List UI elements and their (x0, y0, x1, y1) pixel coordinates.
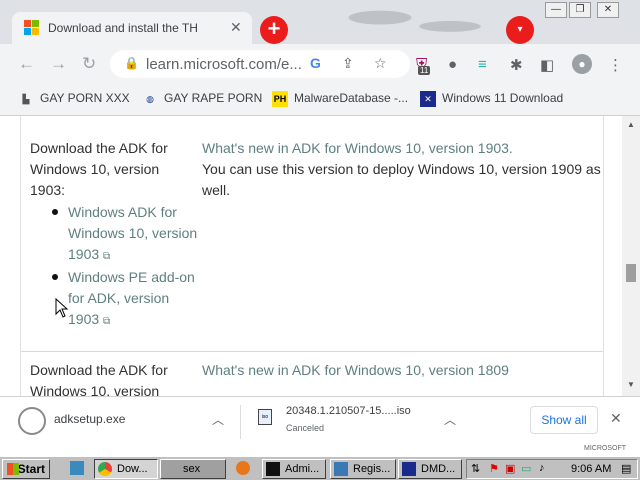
whats-new-link[interactable]: What's new in ADK for Windows 10, versio… (202, 138, 602, 159)
share-icon[interactable]: ⇪ (342, 55, 354, 72)
globe-icon: ◍ (146, 94, 154, 104)
close-download-bar-icon[interactable]: ✕ (610, 410, 622, 427)
vertical-scrollbar[interactable]: ▲ ▼ (622, 116, 640, 396)
download-item-name[interactable]: adksetup.exe (54, 412, 125, 426)
bookmark-item[interactable]: ▙ GAY PORN XXX (18, 91, 130, 107)
mouse-cursor-icon (55, 298, 69, 318)
bookmark-label: Windows 11 Download (442, 91, 564, 106)
show-all-button[interactable]: Show all (530, 406, 598, 434)
download-status: Canceled (286, 423, 325, 433)
tab-strip: Download and install the THIS IS C ✕ + ▾… (0, 0, 640, 44)
tray-arrow-icon[interactable]: ⇅ (471, 462, 480, 475)
external-link-icon: ⧉ (103, 251, 111, 262)
extension-spy-icon[interactable]: ● (448, 56, 457, 73)
tab-close-icon[interactable]: ✕ (230, 19, 242, 36)
taskbar-button-sex[interactable]: sex (160, 459, 226, 479)
taskbar-button-regedit[interactable]: Regis... (330, 459, 396, 479)
scroll-up-icon[interactable]: ▲ (627, 120, 635, 129)
flag-icon[interactable]: ⚑ (489, 462, 499, 475)
taskbar: Start Dow... sex Admi... Regis... DMD...… (0, 456, 640, 480)
lock-icon: 🔒 (124, 56, 139, 70)
table-row: Download the ADK for Windows 10, version… (21, 352, 603, 396)
download-progress-icon[interactable] (18, 407, 46, 435)
iso-file-badge: iso (261, 414, 269, 420)
row-right-cell: What's new in ADK for Windows 10, versio… (202, 138, 602, 201)
volume-icon[interactable]: ♪ (539, 462, 545, 474)
divider (240, 405, 241, 439)
download-item-name[interactable]: 20348.1.210507-15.....iso (286, 405, 411, 417)
winpe-link[interactable]: Windows PE add-on for ADK, version 1903 (68, 269, 195, 327)
external-link-icon: ⧉ (103, 316, 111, 327)
tab-active[interactable]: Download and install the THIS IS C ✕ (12, 12, 252, 44)
whats-new-link[interactable]: What's new in ADK for Windows 10, versio… (202, 360, 602, 381)
dmd-icon (402, 462, 416, 476)
bookmark-item[interactable]: ✕ Windows 11 Download (420, 91, 563, 107)
browser-window: Download and install the THIS IS C ✕ + ▾… (0, 0, 640, 456)
menu-dots-icon[interactable]: ⋮ (608, 56, 623, 74)
google-icon[interactable]: G (310, 55, 321, 71)
quicklaunch-icon[interactable] (70, 461, 84, 475)
url-text: learn.microsoft.com/e... (146, 56, 302, 73)
list-item[interactable]: Windows ADK for Windows 10, version 1903… (52, 202, 198, 267)
list-item[interactable]: Windows PE add-on for ADK, version 1903 … (52, 267, 198, 332)
background-map (300, 0, 500, 44)
bookmark-label: GAY PORN XXX (40, 91, 130, 106)
bookmark-label: MalwareDatabase -... (294, 91, 409, 106)
row-right-text: You can use this version to deploy Windo… (202, 161, 601, 198)
extension-menu-icon[interactable]: ≡ (478, 56, 487, 73)
sidebar-icon[interactable]: ◧ (540, 56, 554, 74)
page-content: Download the ADK for Windows 10, version… (0, 116, 622, 396)
chevron-up-icon[interactable]: ︿ (444, 411, 456, 428)
adk-link[interactable]: Windows ADK for Windows 10, version 1903 (68, 204, 197, 262)
tab-search-button[interactable]: ▾ (506, 16, 534, 44)
bookmark-item[interactable]: PH MalwareDatabase -... (272, 91, 408, 107)
start-button[interactable]: Start (2, 459, 50, 479)
cmd-icon (266, 462, 280, 476)
extension-badge: 11 (418, 66, 431, 75)
maximize-button[interactable]: ❐ (569, 2, 591, 18)
reload-button[interactable]: ↻ (82, 54, 96, 74)
firefox-icon[interactable] (236, 461, 250, 475)
bookmarks-bar: ▙ GAY PORN XXX ◍ GAY RAPE PORN PH MalwareDa… (0, 84, 640, 116)
windows-logo-icon (7, 463, 19, 475)
toolbar: ← → ↻ 🔒 learn.microsoft.com/e... G ⇪ ☆ ⛨… (0, 44, 640, 84)
regedit-icon (334, 462, 348, 476)
clock: 9:06 AM (571, 463, 612, 475)
taskbar-button-admin[interactable]: Admi... (262, 459, 326, 479)
tab-title: Download and install the THIS IS C (48, 21, 198, 35)
microsoft-logo-icon (24, 20, 40, 36)
close-window-button[interactable]: ✕ (597, 2, 619, 18)
scrollbar-thumb[interactable] (626, 264, 636, 282)
chevron-up-icon[interactable]: ︿ (212, 411, 224, 428)
forward-button[interactable]: → (50, 54, 67, 74)
puzzle-icon[interactable]: ✱ (510, 56, 523, 74)
star-icon[interactable]: ☆ (374, 55, 387, 72)
watermark-text: MICROSOFT (584, 445, 626, 452)
download-links-list: Windows ADK for Windows 10, version 1903… (52, 202, 198, 332)
bookmark-label: GAY RAPE PORN (164, 91, 263, 106)
x-icon: ✕ (420, 91, 436, 107)
bookmark-item[interactable]: ◍ GAY RAPE PORN (142, 91, 262, 107)
new-tab-button[interactable]: + (260, 16, 288, 44)
row-left-text: Download the ADK for Windows 10, version (30, 362, 168, 396)
profile-avatar-icon[interactable]: ● (572, 54, 592, 74)
tray-extra-icon[interactable]: ▤ (621, 462, 631, 475)
chrome-icon (98, 462, 112, 476)
system-tray: ⇅ ⚑ ▣ ▭ ♪ 9:06 AM ▤ (466, 459, 638, 479)
minimize-button[interactable]: — (545, 2, 567, 18)
security-icon[interactable]: ▣ (505, 462, 515, 475)
taskbar-button-dmd[interactable]: DMD... (398, 459, 462, 479)
iso-file-icon: iso (258, 409, 272, 425)
bookmark-icon: ▙ (22, 94, 30, 104)
taskbar-button-chrome[interactable]: Dow... (94, 459, 158, 479)
row-left-text: Download the ADK for Windows 10, version… (30, 140, 168, 198)
adk-table: Download the ADK for Windows 10, version… (20, 116, 604, 396)
download-bar: adksetup.exe ︿ iso 20348.1.210507-15....… (0, 396, 640, 456)
ph-icon: PH (272, 91, 288, 107)
address-bar[interactable]: 🔒 learn.microsoft.com/e... G ⇪ ☆ (110, 50, 410, 78)
network-icon[interactable]: ▭ (521, 462, 531, 475)
table-row: Download the ADK for Windows 10, version… (21, 116, 603, 352)
scroll-down-icon[interactable]: ▼ (627, 380, 635, 389)
back-button[interactable]: ← (18, 54, 35, 74)
